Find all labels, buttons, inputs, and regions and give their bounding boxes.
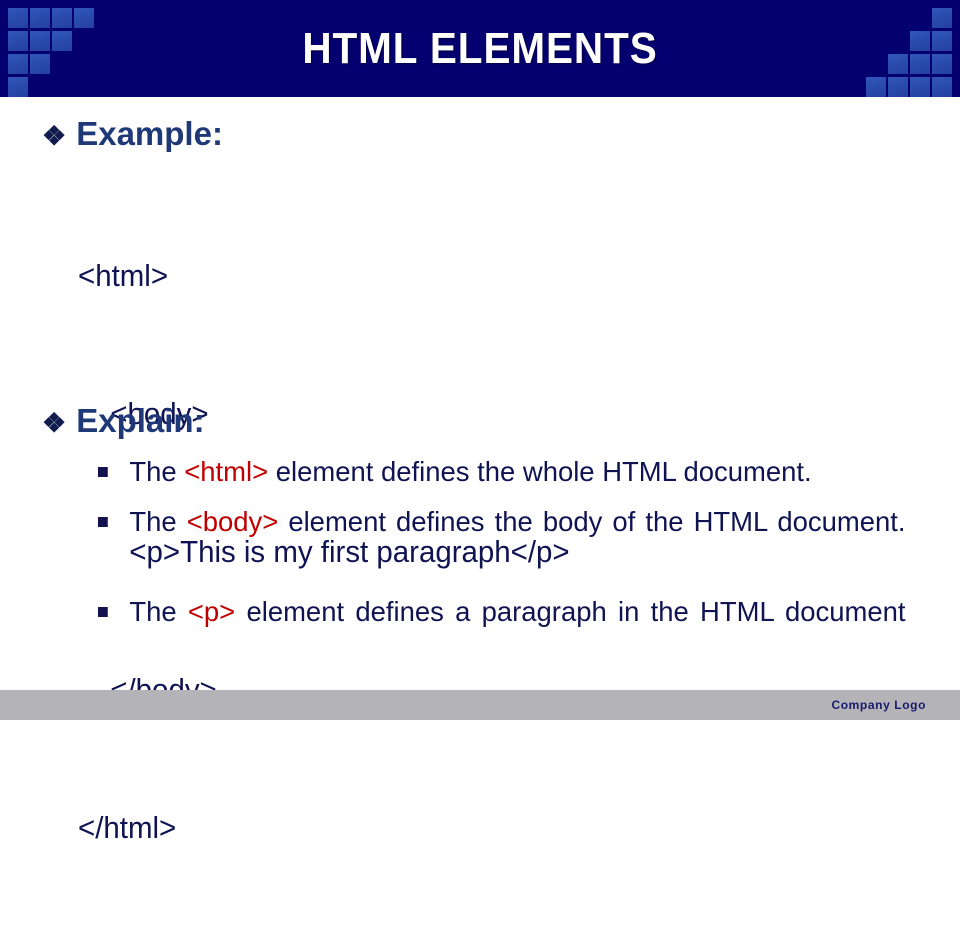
bullet-text-prefix: The bbox=[129, 456, 185, 487]
deco-square bbox=[8, 8, 28, 28]
slide-footer: Company Logo bbox=[0, 690, 960, 720]
deco-square bbox=[932, 77, 952, 97]
list-item: The <p> element defines a paragraph in t… bbox=[96, 592, 905, 672]
bullet-tag-code: <p> bbox=[187, 596, 236, 627]
square-bullet-icon bbox=[97, 517, 108, 527]
bullet-text-prefix: The bbox=[129, 506, 187, 537]
explain-heading: ❖ Explain: bbox=[42, 402, 205, 440]
deco-square bbox=[932, 31, 952, 51]
bullet-text-suffix: element defines the body of the HTML doc… bbox=[278, 506, 906, 537]
bullet-tag-code: <html> bbox=[184, 456, 269, 487]
slide-header: HTML ELEMENTS bbox=[0, 0, 960, 97]
slide-title: HTML ELEMENTS bbox=[302, 23, 658, 73]
deco-square bbox=[932, 54, 952, 74]
square-bullet-icon bbox=[97, 607, 108, 617]
bullet-text-suffix: element defines a paragraph in the HTML … bbox=[235, 596, 906, 627]
bullet-text-prefix: The bbox=[129, 596, 188, 627]
slide-content: ❖ Example: <html> <body> <p>This is my f… bbox=[0, 97, 960, 845]
deco-square bbox=[8, 77, 28, 97]
deco-square bbox=[8, 54, 28, 74]
example-heading-label: Example: bbox=[76, 115, 223, 152]
diamond-bullet-icon: ❖ bbox=[42, 121, 67, 151]
code-line: <html> bbox=[78, 258, 169, 293]
explain-heading-label: Explain: bbox=[76, 402, 205, 439]
explain-bullet-list: The <html> element defines the whole HTM… bbox=[96, 452, 922, 682]
bullet-text-suffix: element defines the whole HTML document. bbox=[268, 456, 812, 487]
list-item: The <html> element defines the whole HTM… bbox=[96, 452, 905, 492]
bullet-tag-code: <body> bbox=[186, 506, 279, 537]
deco-square bbox=[932, 8, 952, 28]
square-bullet-icon bbox=[97, 467, 108, 477]
diamond-bullet-icon: ❖ bbox=[42, 408, 67, 438]
list-item: The <body> element defines the body of t… bbox=[96, 502, 905, 582]
code-line: </html> bbox=[78, 810, 177, 845]
company-logo-text: Company Logo bbox=[831, 698, 926, 712]
deco-square bbox=[8, 31, 28, 51]
example-heading: ❖ Example: bbox=[42, 115, 223, 153]
